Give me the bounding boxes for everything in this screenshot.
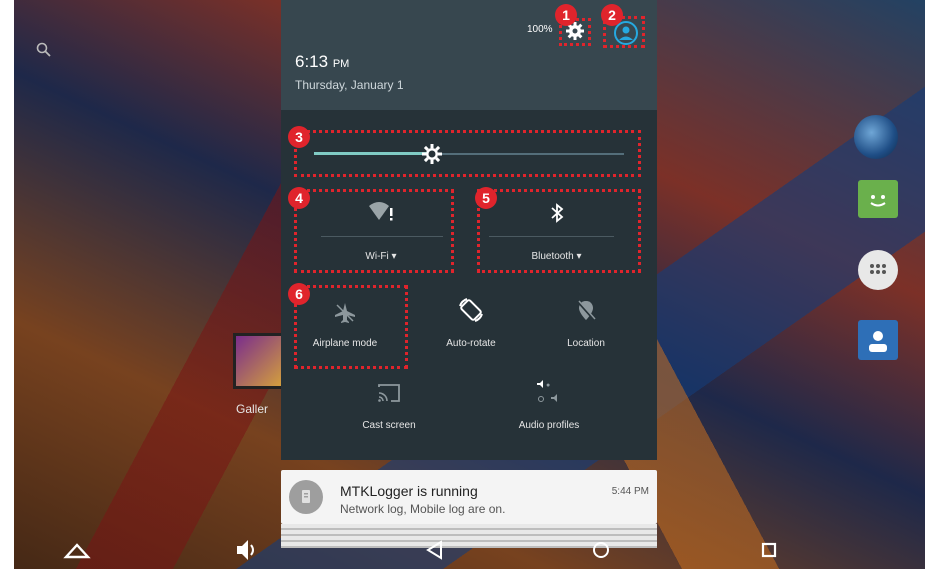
annotation-box-3 bbox=[294, 130, 641, 177]
gallery-app-label: Galler bbox=[236, 402, 269, 416]
clock-time: 6:13 PM bbox=[295, 52, 350, 71]
annotation-badge-6: 6 bbox=[288, 283, 310, 305]
annotation-badge-4: 4 bbox=[288, 187, 310, 209]
messaging-app-icon[interactable] bbox=[858, 180, 898, 218]
back-icon[interactable] bbox=[420, 535, 450, 565]
audio-profiles-tile[interactable]: ● Audio profiles bbox=[499, 375, 599, 435]
volume-icon[interactable] bbox=[232, 535, 262, 565]
mtklogger-notification[interactable]: MTKLogger is running Network log, Mobile… bbox=[281, 470, 657, 524]
notification-title: MTKLogger is running bbox=[340, 483, 478, 499]
cast-screen-label: Cast screen bbox=[362, 420, 416, 431]
notification-app-icon bbox=[289, 480, 323, 514]
cast-icon bbox=[378, 384, 400, 402]
annotation-box-5 bbox=[477, 189, 641, 273]
annotation-box-4 bbox=[294, 189, 454, 273]
location-label: Location bbox=[567, 338, 605, 349]
contacts-app-icon[interactable] bbox=[858, 320, 898, 360]
annotation-badge-5: 5 bbox=[475, 187, 497, 209]
rotate-icon bbox=[459, 298, 483, 322]
home-icon[interactable] bbox=[586, 535, 616, 565]
up-arrow-icon[interactable] bbox=[62, 535, 92, 565]
svg-text:●: ● bbox=[546, 382, 550, 389]
browser-app-icon[interactable] bbox=[854, 115, 898, 159]
annotation-badge-2: 2 bbox=[601, 4, 623, 26]
auto-rotate-tile[interactable]: Auto-rotate bbox=[421, 288, 521, 363]
notification-time: 5:44 PM bbox=[611, 486, 649, 497]
annotation-box-6 bbox=[294, 285, 408, 369]
gallery-app-icon[interactable] bbox=[233, 333, 287, 389]
navigation-bar bbox=[14, 531, 925, 569]
annotation-badge-3: 3 bbox=[288, 126, 310, 148]
search-icon[interactable] bbox=[36, 42, 52, 58]
auto-rotate-label: Auto-rotate bbox=[446, 338, 496, 349]
clock-date: Thursday, January 1 bbox=[295, 78, 404, 92]
app-drawer-icon[interactable] bbox=[858, 250, 898, 290]
location-off-icon bbox=[577, 300, 596, 321]
audio-profiles-label: Audio profiles bbox=[518, 420, 580, 431]
cast-screen-tile[interactable]: Cast screen bbox=[339, 375, 439, 435]
location-tile[interactable]: Location bbox=[536, 288, 636, 363]
annotation-badge-1: 1 bbox=[555, 4, 577, 26]
recent-apps-icon[interactable] bbox=[754, 535, 784, 565]
quick-settings-panel: 100% 6:13 PM Thursday, January 1 Wi-Fi ▾… bbox=[281, 0, 657, 460]
notification-text: Network log, Mobile log are on. bbox=[340, 502, 506, 516]
battery-percentage: 100% bbox=[527, 24, 553, 35]
audio-profiles-icon: ● bbox=[537, 380, 557, 402]
